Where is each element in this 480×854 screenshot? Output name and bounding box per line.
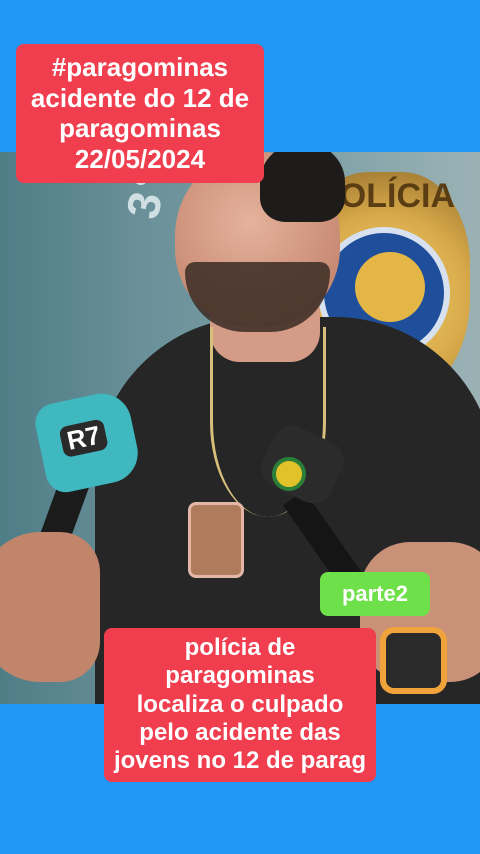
person-hair xyxy=(260,152,345,222)
bottom-caption-line: polícia de xyxy=(184,634,296,661)
bottom-caption: polícia de paragominas localiza o culpad… xyxy=(104,628,376,782)
top-caption-line: acidente do 12 de xyxy=(30,82,250,113)
police-emblem-core xyxy=(355,252,425,322)
bottom-caption-line: jovens no 12 de parag xyxy=(113,747,367,775)
top-caption-line: #paragominas xyxy=(51,52,229,82)
police-emblem-word: OLÍCIA xyxy=(339,177,455,215)
bottom-caption-line: localiza o culpado xyxy=(136,690,344,718)
part-label: parte2 xyxy=(320,572,430,616)
top-caption: #paragominas acidente do 12 de paragomin… xyxy=(16,44,264,183)
police-badge-pendant xyxy=(188,502,244,578)
microphone-logo-icon xyxy=(272,457,306,491)
watch xyxy=(380,627,447,694)
video-player[interactable]: 3° SEC OLÍCIA R7 xyxy=(0,152,480,704)
bottom-caption-line: paragominas xyxy=(165,662,315,690)
video-frame: 3° SEC OLÍCIA R7 #paragominas acidente d… xyxy=(0,0,480,854)
top-caption-line: paragominas xyxy=(59,113,221,144)
hand-left xyxy=(0,532,100,682)
bottom-caption-line: pelo acidente das xyxy=(139,718,341,746)
top-caption-line: 22/05/2024 xyxy=(74,144,206,175)
microphone-logo: R7 xyxy=(58,418,110,459)
